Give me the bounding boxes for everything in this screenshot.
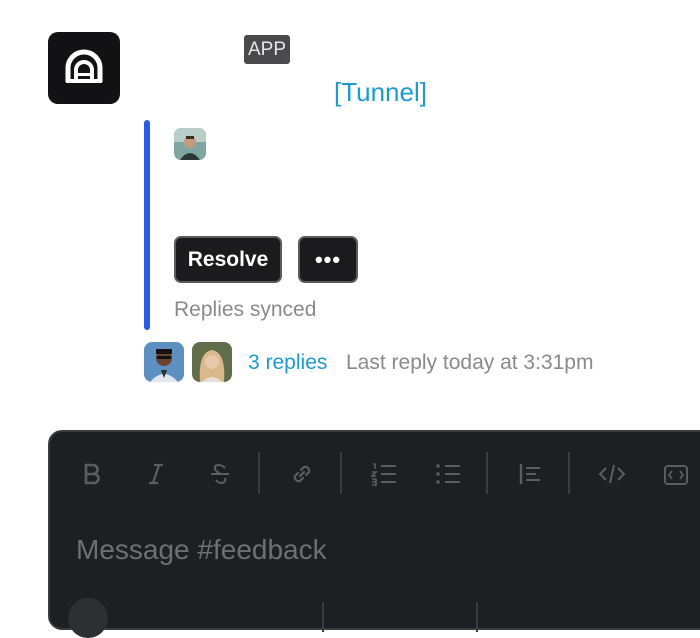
replies-synced-status: Replies synced [174,298,317,321]
quote-bar [144,120,150,330]
message-composer [48,430,700,638]
blockquote-icon[interactable] [510,454,550,494]
add-attachment-button[interactable] [68,598,108,638]
code-block-icon[interactable] [656,454,696,494]
app-badge: APP [244,35,291,64]
last-reply-time: Last reply today at 3:31pm [346,351,594,374]
bullet-list-icon[interactable] [428,454,468,494]
resolve-button[interactable]: Resolve [174,236,282,283]
bold-icon[interactable] [72,454,112,494]
more-actions-button[interactable]: ••• [298,236,358,283]
toolbar-divider [568,452,570,494]
strikethrough-icon[interactable] [200,454,240,494]
link-icon[interactable] [282,454,322,494]
replier-avatar[interactable] [192,342,232,382]
app-avatar[interactable] [48,32,120,104]
toolbar-divider [340,452,342,494]
composer-divider [476,602,478,632]
composer-divider [322,602,324,632]
toolbar-divider [486,452,488,494]
code-icon[interactable] [592,454,632,494]
italic-icon[interactable] [136,454,176,494]
user-avatar[interactable] [174,128,206,160]
message-input[interactable] [76,530,676,570]
replier-avatar[interactable] [144,342,184,382]
toolbar-divider [258,452,260,494]
replies-count-link[interactable]: 3 replies [248,349,327,377]
ordered-list-icon[interactable] [364,454,404,494]
tunnel-logo-icon [65,49,103,83]
tunnel-link[interactable]: [Tunnel] [334,76,427,108]
